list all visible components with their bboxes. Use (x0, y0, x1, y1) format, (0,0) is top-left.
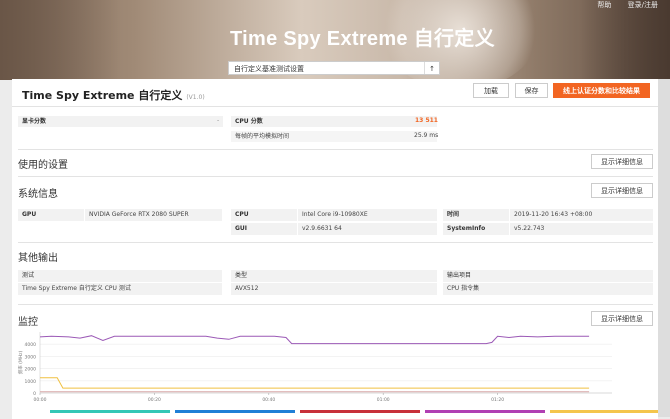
x-tick-label: 01:20 (491, 397, 504, 403)
result-panel: Time Spy Extreme 自行定义 (V1.0) 加载 保存 线上认证分数… (12, 79, 658, 419)
hero-title: Time Spy Extreme 自行定义 (230, 28, 495, 50)
hero-shade-right (580, 0, 670, 80)
legend-swatch-2 (300, 410, 420, 413)
y-tick-label: 3000 (25, 354, 37, 360)
legend-swatch-3 (425, 410, 545, 413)
top-menu-login[interactable]: 登录/注册 (628, 1, 658, 9)
legend-swatch-1 (175, 410, 295, 413)
x-tick-label: 00:20 (148, 397, 161, 403)
x-tick-label: 00:00 (34, 397, 47, 403)
y-tick-label: 0 (33, 391, 36, 397)
series-line-0 (39, 335, 590, 345)
chart-plot: 0 1000 2000 3000 4000 00:00 00:20 00:40 01:00 01:… (17, 332, 658, 413)
x-tick-label: 01:00 (377, 397, 390, 403)
x-tick-label: 00:40 (262, 397, 275, 403)
y-tick-label: 4000 (25, 342, 37, 348)
scrollbar-track[interactable] (658, 79, 670, 417)
hero-shade-left (0, 0, 120, 80)
top-menu-help[interactable]: 帮助 (597, 1, 611, 9)
legend-swatch-0 (50, 410, 170, 413)
monitoring-chart: 0 1000 2000 3000 4000 00:00 00:20 00:40 01:00 01:… (17, 332, 658, 413)
top-menu: 帮助 登录/注册 (583, 0, 658, 10)
preset-select-value: 自行定义基准测试设置 (234, 65, 304, 73)
y-tick-label: 2000 (25, 367, 37, 373)
preset-select[interactable]: 自行定义基准测试设置 ↑ (228, 61, 440, 75)
chevron-up-icon[interactable]: ↑ (424, 62, 439, 74)
legend-swatch-4 (550, 410, 658, 413)
series-line-1 (40, 377, 590, 389)
y-tick-label: 1000 (25, 379, 37, 385)
y-axis-label: 频率 (MHz) (17, 350, 24, 374)
